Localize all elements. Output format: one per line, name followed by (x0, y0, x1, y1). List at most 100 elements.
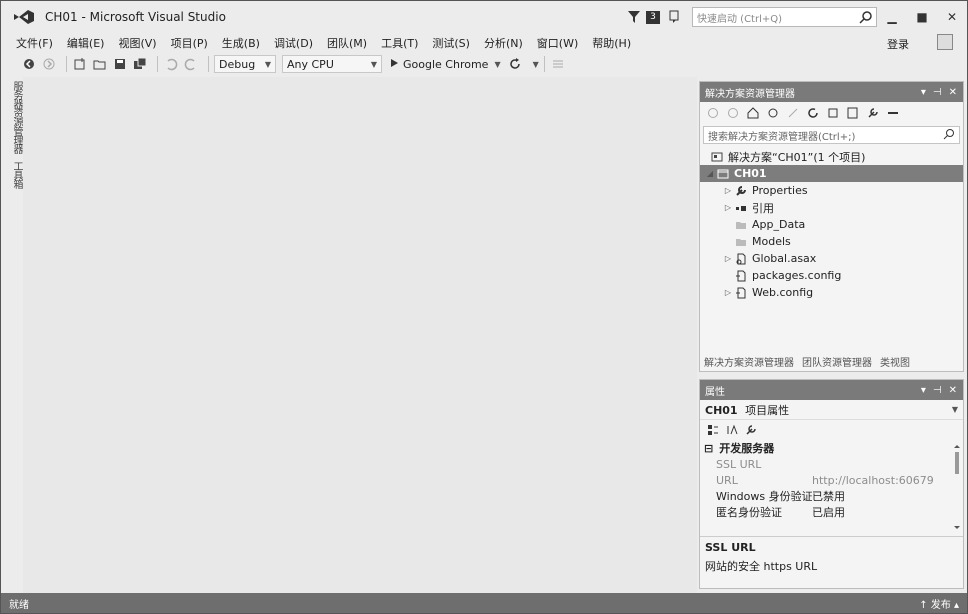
property-category[interactable]: ⊟ 开发服务器 (700, 440, 963, 456)
minimize-button[interactable]: ▁ (877, 6, 907, 28)
back-icon[interactable] (21, 56, 37, 72)
toolbar-options-icon[interactable] (550, 56, 566, 72)
property-name: URL (716, 473, 738, 487)
menu-file[interactable]: 文件(F) (9, 35, 60, 51)
solution-explorer-tabs: 解决方案资源管理器 团队资源管理器 类视图 (704, 354, 910, 369)
tree-item-properties[interactable]: ▷ Properties (700, 182, 963, 199)
solution-search-input[interactable]: 搜索解决方案资源管理器(Ctrl+;) (703, 126, 960, 144)
close-button[interactable]: ✕ (937, 6, 967, 28)
property-value: 已启用 (812, 506, 845, 519)
menu-help[interactable]: 帮助(H) (585, 35, 638, 51)
editor-area[interactable] (23, 77, 697, 593)
open-file-icon[interactable] (92, 56, 108, 72)
maximize-button[interactable]: ■ (907, 6, 937, 28)
tree-project-node[interactable]: ◢ CH01 (700, 165, 963, 182)
close-icon[interactable]: ✕ (949, 87, 957, 98)
tree-item-global-asax[interactable]: ▷ Global.asax (700, 250, 963, 267)
collapsed-arrow-icon[interactable]: ▷ (722, 186, 734, 195)
chevron-down-icon[interactable]: ▼ (494, 60, 500, 69)
menu-view[interactable]: 视图(V) (111, 35, 163, 51)
quick-launch-input[interactable]: 快速启动 (Ctrl+Q) (692, 7, 877, 27)
property-row[interactable]: Windows 身份验证 已禁用 (700, 488, 963, 504)
forward-icon[interactable] (726, 106, 740, 120)
web-project-icon (716, 167, 730, 181)
tab-solution-explorer[interactable]: 解决方案资源管理器 (704, 354, 794, 369)
config-file-icon (734, 286, 748, 300)
show-all-files-icon[interactable] (846, 106, 860, 120)
tree-item-web-config[interactable]: ▷ Web.config (700, 284, 963, 301)
menu-test[interactable]: 测试(S) (425, 35, 477, 51)
collapse-all-icon[interactable] (826, 106, 840, 120)
menu-project[interactable]: 项目(P) (164, 35, 215, 51)
menu-team[interactable]: 团队(M) (320, 35, 374, 51)
back-icon[interactable] (706, 106, 720, 120)
tree-item-references[interactable]: ▷ 引用 (700, 199, 963, 216)
tab-toolbox[interactable]: 工具箱 (9, 161, 24, 188)
tab-class-view[interactable]: 类视图 (880, 354, 910, 369)
close-icon[interactable]: ✕ (949, 385, 957, 396)
menu-window[interactable]: 窗口(W) (530, 35, 585, 51)
property-grid-scrollbar[interactable] (953, 444, 961, 530)
pin-icon[interactable]: ⊣ (933, 87, 942, 98)
property-description-title: SSL URL (705, 541, 756, 554)
home-icon[interactable] (746, 106, 760, 120)
preview-icon[interactable] (886, 106, 900, 120)
expanded-arrow-icon[interactable]: ◢ (704, 169, 716, 178)
tab-team-explorer[interactable]: 团队资源管理器 (802, 354, 872, 369)
properties-object-select[interactable]: CH01 项目属性 ▼ (700, 400, 963, 420)
pin-icon[interactable]: ⊣ (933, 385, 942, 396)
undo-icon[interactable] (163, 56, 179, 72)
pane-menu-icon[interactable]: ▾ (921, 385, 926, 396)
alphabetical-icon[interactable] (725, 423, 739, 437)
properties-object-type: 项目属性 (745, 403, 790, 417)
publish-button[interactable]: ↑ 发布 ▴ (919, 596, 959, 611)
sync-icon[interactable] (766, 106, 780, 120)
categorized-icon[interactable] (706, 423, 720, 437)
save-icon[interactable] (112, 56, 128, 72)
tree-item-packages-config[interactable]: packages.config (700, 267, 963, 284)
pane-menu-icon[interactable]: ▾ (921, 87, 926, 98)
collapsed-arrow-icon[interactable]: ▷ (722, 254, 734, 263)
collapse-icon[interactable]: ⊟ (704, 442, 713, 455)
start-debugging-button[interactable]: Google Chrome ▼ (388, 57, 501, 72)
property-row[interactable]: SSL URL (700, 456, 963, 472)
solution-config-select[interactable]: Debug ▼ (214, 55, 276, 73)
filter-icon[interactable] (626, 9, 642, 25)
collapsed-arrow-icon[interactable]: ▷ (722, 288, 734, 297)
property-row[interactable]: 匿名身份验证 已启用 (700, 504, 963, 520)
platform-select[interactable]: Any CPU ▼ (282, 55, 382, 73)
solution-config-value: Debug (219, 57, 256, 71)
chevron-down-icon: ▼ (264, 59, 271, 69)
properties-icon[interactable] (866, 106, 880, 120)
menu-edit[interactable]: 编辑(E) (60, 35, 112, 51)
redo-icon[interactable] (183, 56, 199, 72)
tree-item-models[interactable]: Models (700, 233, 963, 250)
collapsed-arrow-icon[interactable]: ▷ (722, 203, 734, 212)
tab-server-explorer[interactable]: 服务器资源管理器 (9, 81, 24, 153)
toolbar-separator (543, 56, 545, 72)
save-all-icon[interactable] (132, 56, 148, 72)
new-project-icon[interactable] (72, 56, 88, 72)
login-link[interactable]: 登录 (887, 36, 909, 52)
menu-tools[interactable]: 工具(T) (374, 35, 425, 51)
solution-tree: 解决方案“CH01”(1 个项目) ◢ CH01 ▷ Properties ▷ … (700, 146, 963, 301)
tree-solution-root[interactable]: 解决方案“CH01”(1 个项目) (700, 148, 963, 165)
property-row[interactable]: URL http://localhost:60679 (700, 472, 963, 488)
forward-icon[interactable] (41, 56, 57, 72)
pending-changes-icon[interactable] (786, 106, 800, 120)
quick-launch-placeholder: 快速启动 (Ctrl+Q) (697, 13, 783, 25)
refresh-icon[interactable] (806, 106, 820, 120)
chevron-down-icon[interactable]: ▼ (533, 60, 539, 69)
menu-debug[interactable]: 调试(D) (267, 35, 320, 51)
refresh-icon[interactable] (507, 56, 523, 72)
menu-build[interactable]: 生成(B) (215, 35, 267, 51)
tree-item-label: Properties (752, 184, 808, 197)
tree-item-label: App_Data (752, 218, 806, 231)
folder-icon (734, 235, 748, 249)
feedback-icon[interactable] (668, 10, 682, 24)
notification-badge[interactable]: 3 (646, 10, 660, 24)
property-pages-icon[interactable] (744, 423, 758, 437)
menu-analyze[interactable]: 分析(N) (477, 35, 530, 51)
account-icon[interactable] (937, 34, 953, 50)
tree-item-app-data[interactable]: App_Data (700, 216, 963, 233)
